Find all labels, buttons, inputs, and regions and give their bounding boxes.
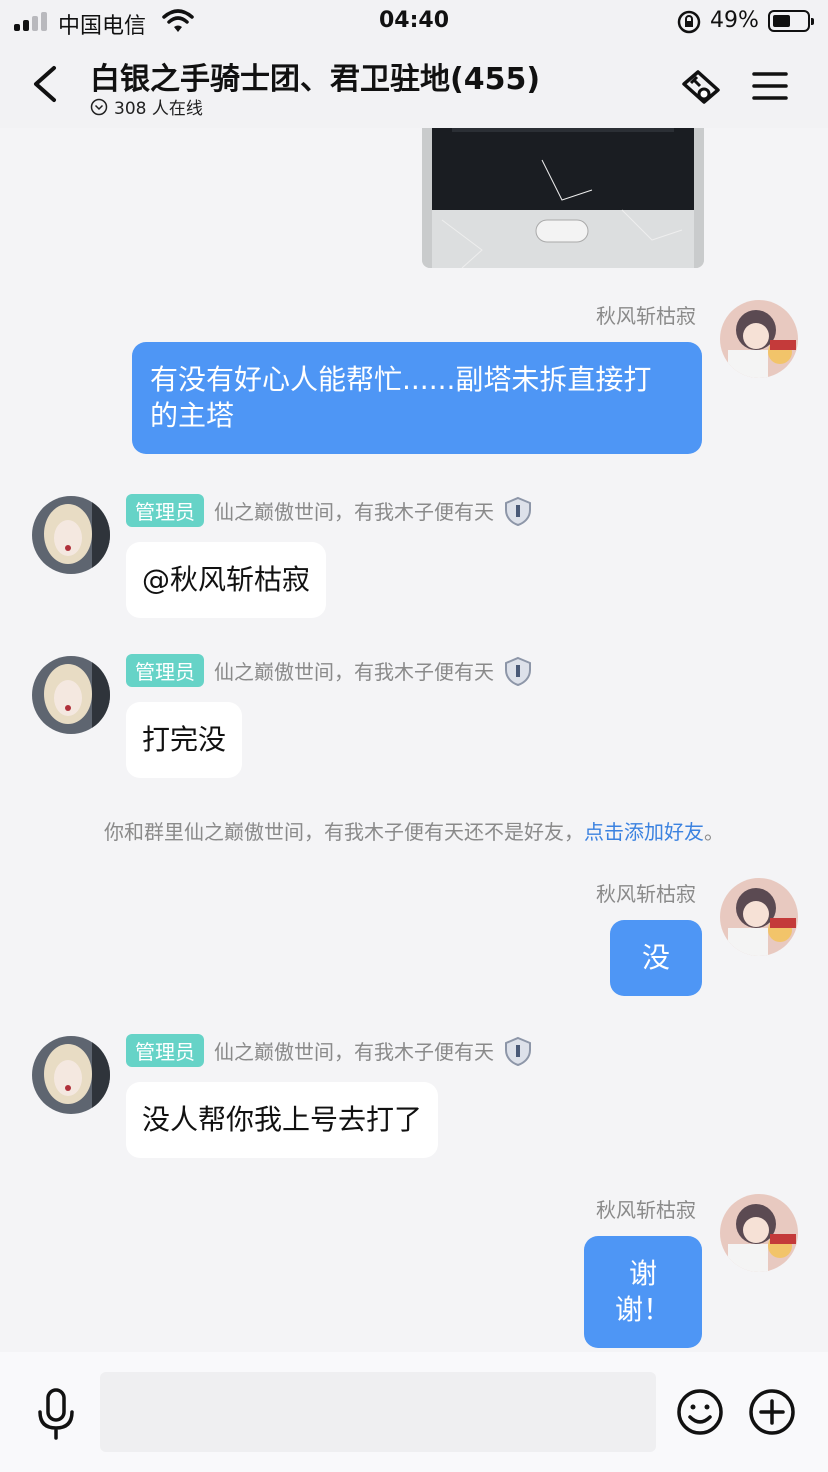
group-title[interactable]: 白银之手骑士团、君卫驻地(455) [90,54,540,98]
sender-name: 仙之巅傲世间，有我木子便有天 [214,1040,494,1064]
sender-name: 仙之巅傲世间，有我木子便有天 [214,660,494,684]
message-input[interactable] [100,1372,656,1452]
shield-icon [505,656,531,686]
message-bubble-incoming[interactable]: 打完没 [126,702,243,778]
message-bubble-outgoing[interactable]: 谢谢！ [584,1236,702,1348]
add-friend-link[interactable]: 点击添加好友 [584,820,704,844]
microphone-icon[interactable] [34,1388,78,1440]
avatar[interactable] [32,1036,110,1114]
admin-badge: 管理员 [126,1034,204,1067]
plus-icon[interactable] [748,1388,796,1436]
chevron-down-icon [90,98,108,115]
message-bubble-incoming[interactable]: @秋风斩枯寂 [126,542,327,618]
avatar[interactable] [720,878,798,956]
sender-name: 秋风斩枯寂 [596,882,696,906]
avatar[interactable] [720,1194,798,1272]
message-bubble-outgoing[interactable]: 有没有好心人能帮忙......副塔未拆直接打 的主塔 [132,342,702,454]
sender-meta: 管理员 仙之巅傲世间，有我木子便有天 [126,494,534,527]
back-icon[interactable] [28,64,62,104]
system-notice: 你和群里仙之巅傲世间，有我木子便有天还不是好友，点击添加好友。 [104,820,724,844]
message-list[interactable]: 进攻要塞 秋风斩枯寂 有没有好心人能帮忙......副塔未拆直接打 的主塔 管理… [0,0,828,1350]
game-controller-icon[interactable] [678,64,724,110]
avatar[interactable] [32,496,110,574]
shield-icon [505,496,531,526]
sender-meta: 管理员 仙之巅傲世间，有我木子便有天 [126,654,534,687]
sender-meta: 管理员 仙之巅傲世间，有我木子便有天 [126,1034,534,1067]
online-count[interactable]: 308 人在线 [90,94,203,119]
shield-icon [505,1036,531,1066]
admin-badge: 管理员 [126,654,204,687]
sender-name: 秋风斩枯寂 [596,304,696,328]
input-bar [0,1352,828,1472]
sender-name: 仙之巅傲世间，有我木子便有天 [214,500,494,524]
avatar[interactable] [720,300,798,378]
emoji-icon[interactable] [676,1388,724,1436]
chat-header: 白银之手骑士团、君卫驻地(455) 308 人在线 [0,42,828,128]
message-bubble-outgoing[interactable]: 没 [610,920,702,996]
avatar[interactable] [32,656,110,734]
sender-name: 秋风斩枯寂 [596,1198,696,1222]
admin-badge: 管理员 [126,494,204,527]
message-bubble-incoming[interactable]: 没人帮你我上号去打了 [126,1082,439,1158]
menu-icon[interactable] [748,64,794,110]
